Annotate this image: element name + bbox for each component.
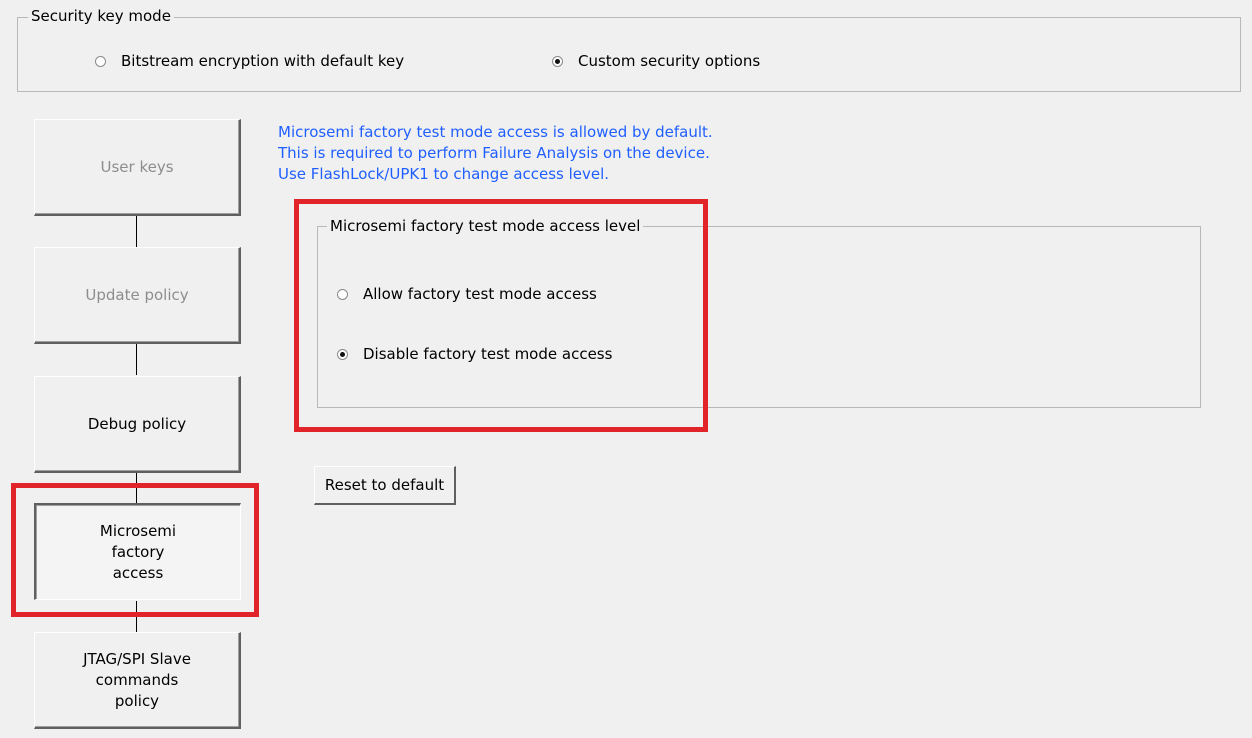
step-microsemi-factory-access[interactable]: Microsemi factory access	[34, 503, 241, 600]
step-connector	[136, 473, 137, 503]
radio-label: Allow factory test mode access	[363, 285, 597, 303]
access-level-group	[317, 226, 1201, 408]
radio-label: Custom security options	[578, 52, 761, 70]
radio-checked-icon[interactable]	[337, 348, 348, 360]
step-connector	[136, 215, 137, 247]
radio-custom-security-options[interactable]: Custom security options	[552, 52, 760, 70]
step-update-policy[interactable]: Update policy	[34, 247, 241, 344]
radio-circle-icon[interactable]	[95, 55, 106, 67]
step-connector	[136, 344, 137, 375]
radio-checked-icon[interactable]	[552, 55, 563, 67]
step-connector	[136, 601, 137, 632]
radio-bitstream-default-key[interactable]: Bitstream encryption with default key	[95, 52, 404, 70]
radio-label: Bitstream encryption with default key	[121, 52, 405, 70]
info-line: Use FlashLock/UPK1 to change access leve…	[278, 165, 610, 183]
step-user-keys[interactable]: User keys	[34, 119, 241, 216]
radio-label: Disable factory test mode access	[363, 345, 613, 363]
step-jtag-spi-slave-commands-policy[interactable]: JTAG/SPI Slave commands policy	[34, 632, 241, 729]
security-key-mode-legend: Security key mode	[28, 7, 174, 25]
radio-disable-factory-test[interactable]: Disable factory test mode access	[337, 345, 612, 363]
info-line: Microsemi factory test mode access is al…	[278, 123, 713, 141]
reset-to-default-button[interactable]: Reset to default	[314, 466, 456, 505]
info-message: Microsemi factory test mode access is al…	[278, 122, 713, 185]
radio-allow-factory-test[interactable]: Allow factory test mode access	[337, 285, 597, 303]
radio-circle-icon[interactable]	[337, 288, 348, 300]
access-level-legend: Microsemi factory test mode access level	[327, 217, 644, 235]
info-line: This is required to perform Failure Anal…	[278, 144, 710, 162]
step-debug-policy[interactable]: Debug policy	[34, 376, 241, 473]
